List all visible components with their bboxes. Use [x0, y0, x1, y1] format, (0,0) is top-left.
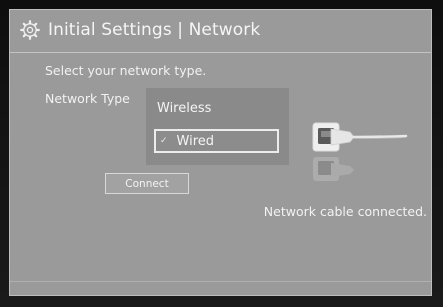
- network-type-label: Network Type: [45, 91, 130, 106]
- option-wired[interactable]: ✓ Wired: [154, 129, 279, 153]
- network-setup-dialog: Initial Settings | Network Select your n…: [9, 9, 432, 296]
- page-title: Initial Settings | Network: [48, 20, 261, 40]
- network-cable-icon: [310, 115, 410, 187]
- network-type-prompt: Select your network type.: [45, 63, 207, 78]
- footer-divider: [10, 281, 431, 282]
- option-wired-label: Wired: [176, 133, 215, 149]
- check-icon: ✓: [160, 136, 168, 146]
- gear-icon: [20, 20, 40, 40]
- option-wireless-label: Wireless: [157, 100, 212, 116]
- network-type-options: Wireless ✓ Wired: [146, 88, 289, 165]
- connect-button-label: Connect: [125, 177, 169, 190]
- connect-button[interactable]: Connect: [105, 173, 189, 194]
- option-wireless[interactable]: Wireless: [154, 96, 279, 120]
- title-bar: Initial Settings | Network: [10, 10, 431, 50]
- connection-status: Network cable connected.: [263, 204, 427, 219]
- tv-screen: Initial Settings | Network Select your n…: [0, 0, 443, 307]
- title-divider: [10, 52, 431, 53]
